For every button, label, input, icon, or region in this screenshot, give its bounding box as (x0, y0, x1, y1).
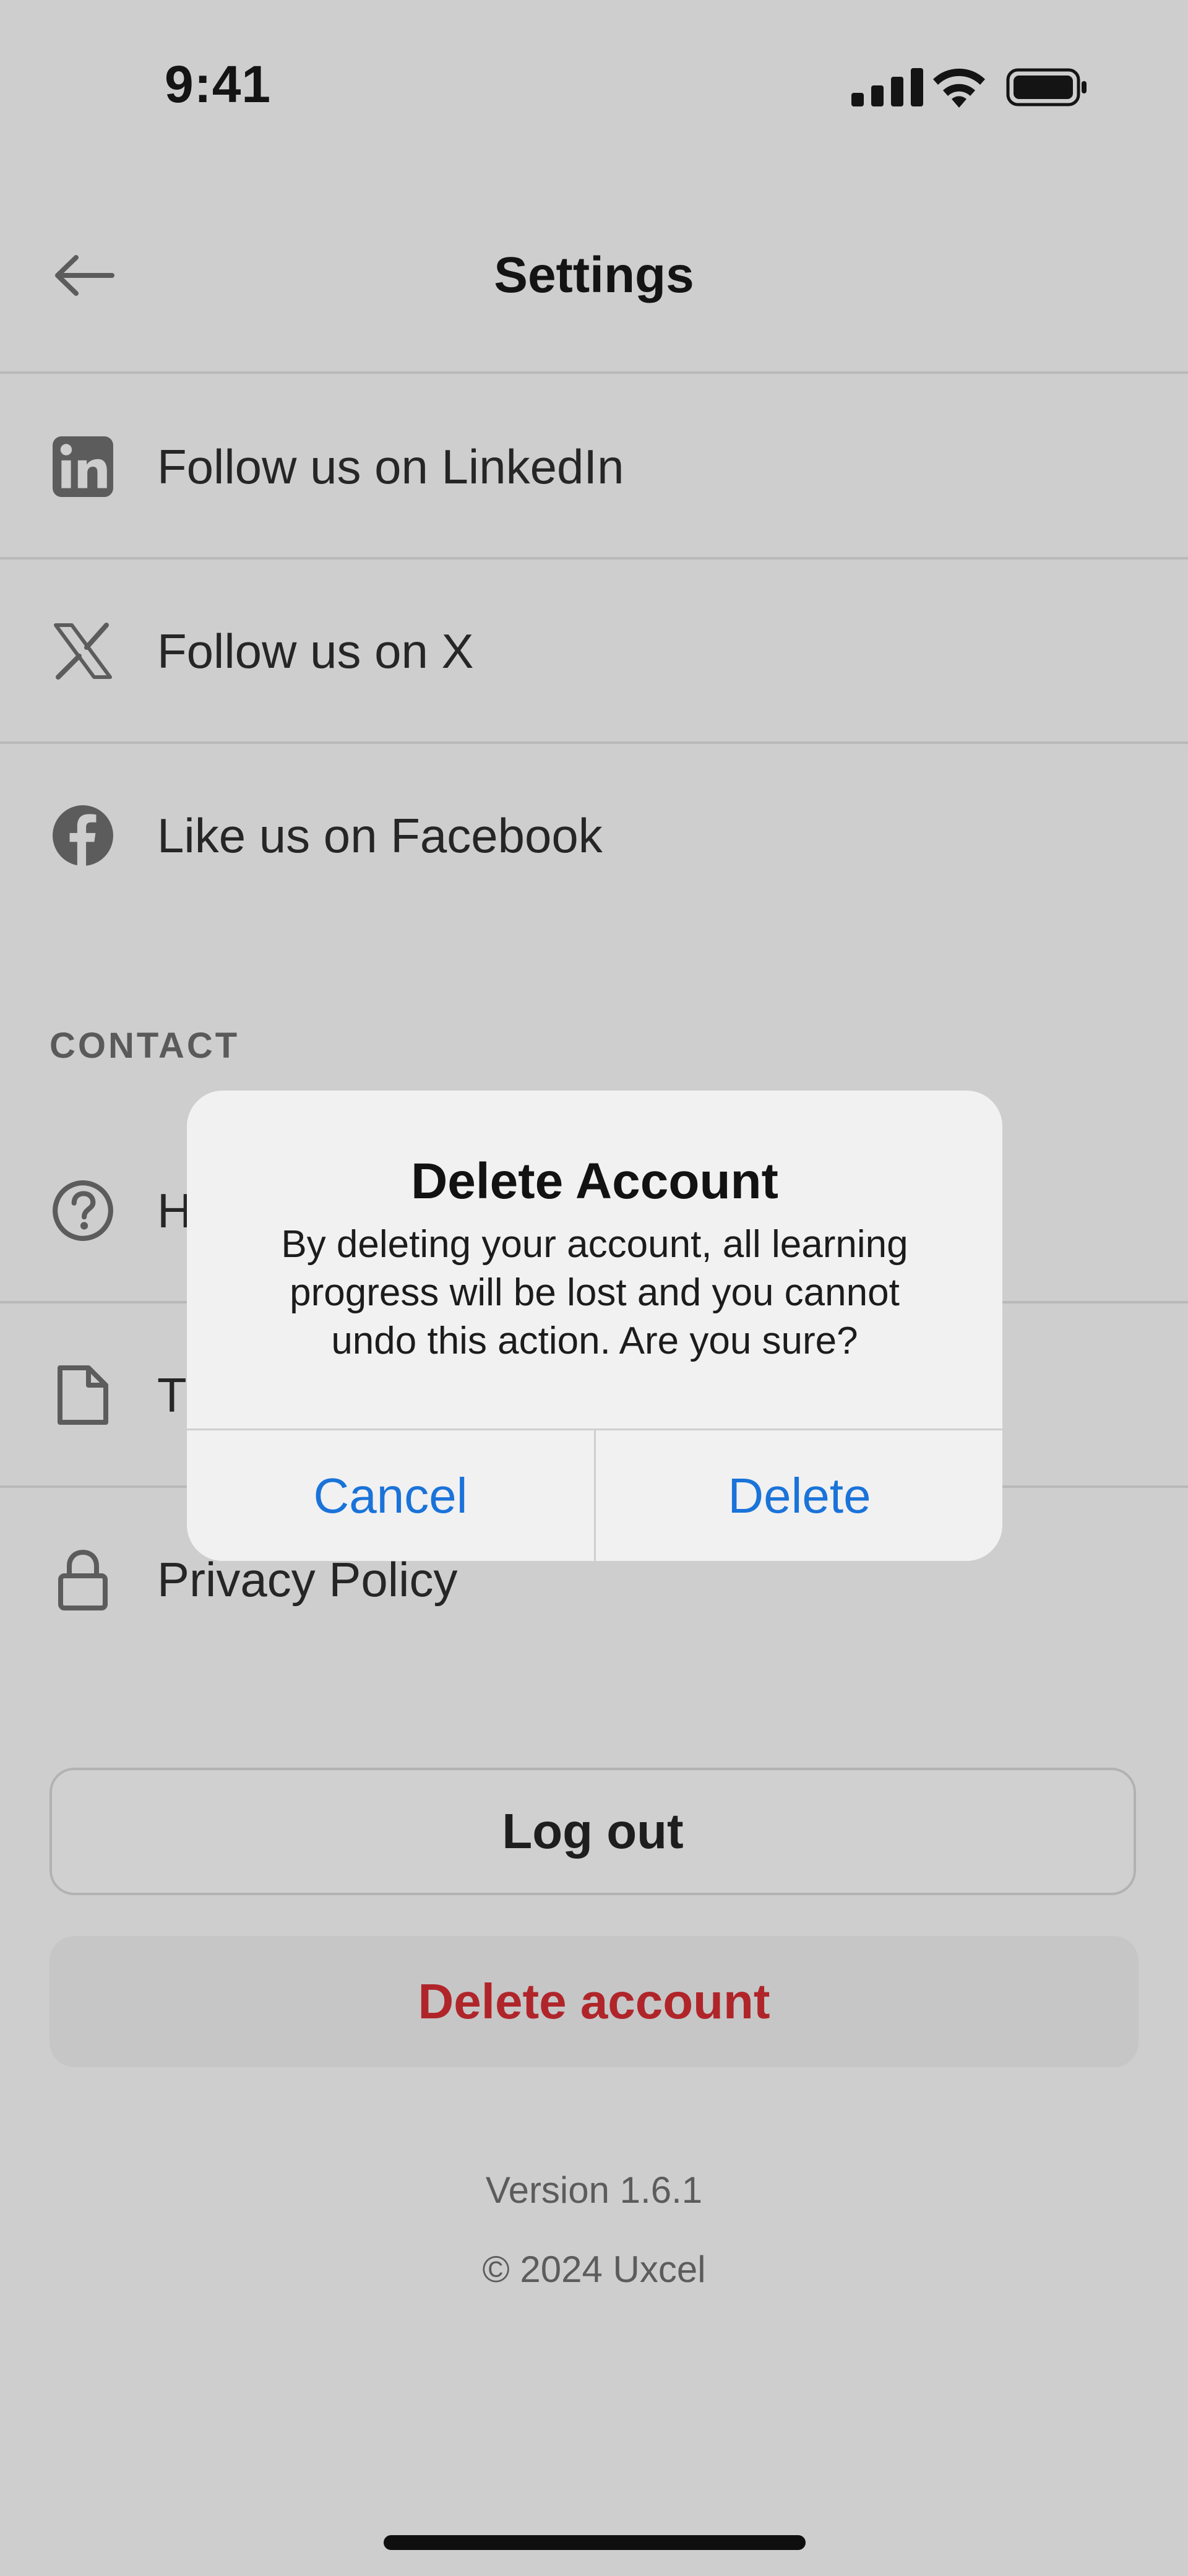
status-time: 9:41 (165, 55, 272, 113)
row-label: Follow us on X (157, 623, 474, 678)
logout-button[interactable]: Log out (50, 1768, 1136, 1895)
row-label: Like us on Facebook (157, 808, 603, 863)
alert-cancel-button[interactable]: Cancel (187, 1430, 594, 1561)
row-follow-linkedin[interactable]: Follow us on LinkedIn (0, 375, 1188, 558)
header-divider (0, 371, 1188, 374)
delete-account-alert: Delete Account By deleting your account,… (187, 1091, 1002, 1561)
row-follow-x[interactable]: Follow us on X (0, 560, 1188, 743)
section-title-contact: CONTACT (50, 1026, 240, 1066)
cellular-signal-icon (851, 67, 923, 106)
facebook-icon (51, 803, 115, 868)
battery-icon (1006, 68, 1087, 106)
alert-title: Delete Account (411, 1153, 778, 1209)
row-like-facebook[interactable]: Like us on Facebook (0, 744, 1188, 927)
page-title: Settings (494, 247, 694, 303)
wifi-icon (933, 68, 985, 108)
home-indicator[interactable] (384, 2535, 806, 2550)
app-version: Version 1.6.1 (485, 2169, 703, 2211)
alert-message: By deleting your account, all learning p… (281, 1223, 908, 1362)
x-icon (51, 619, 115, 683)
copyright: © 2024 Uxcel (482, 2249, 706, 2290)
row-label: Follow us on LinkedIn (157, 439, 624, 494)
document-icon (51, 1363, 115, 1427)
delete-account-button[interactable]: Delete account (50, 1936, 1138, 2067)
alert-delete-button[interactable]: Delete (596, 1430, 1002, 1561)
row-label: T (157, 1367, 187, 1422)
linkedin-icon (51, 434, 115, 499)
lock-icon (51, 1547, 115, 1612)
help-icon (51, 1178, 115, 1243)
